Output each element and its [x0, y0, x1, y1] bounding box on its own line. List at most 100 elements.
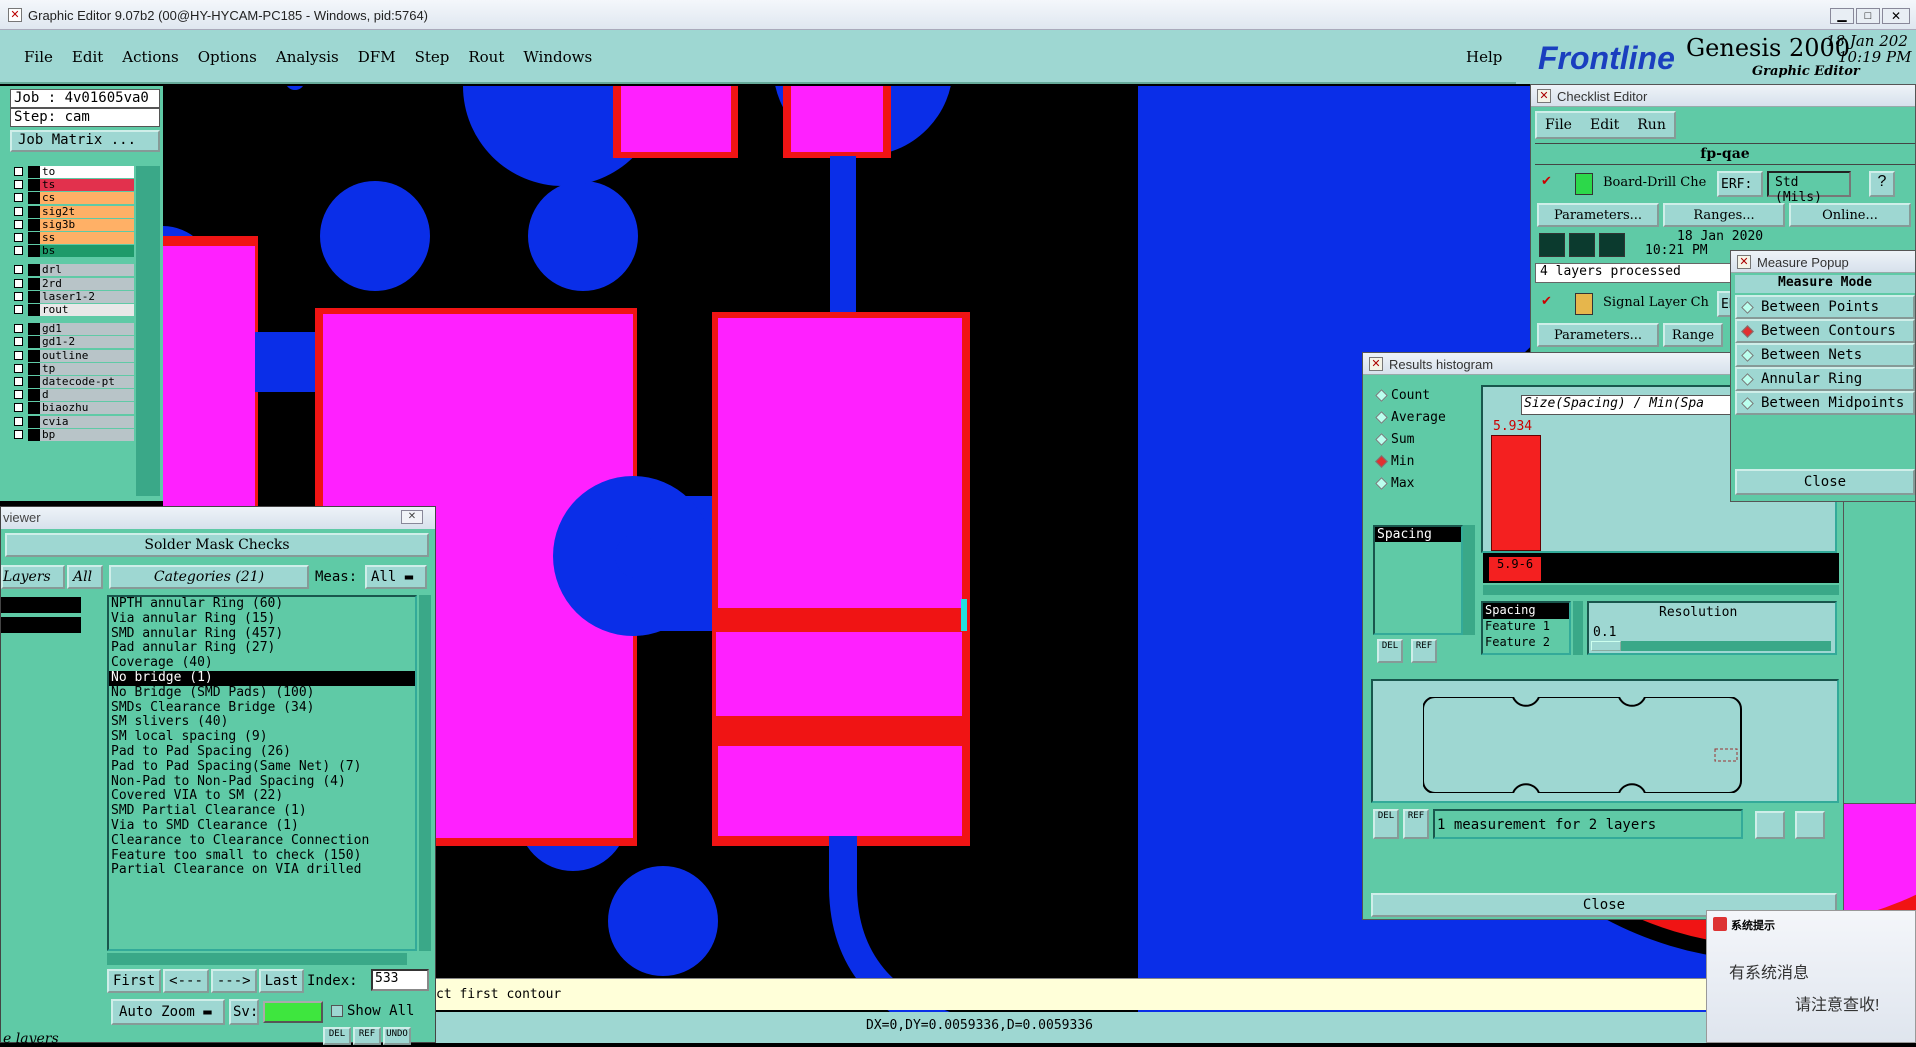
- category-item[interactable]: Non-Pad to Non-Pad Spacing (4): [109, 775, 415, 790]
- nav-button[interactable]: First: [107, 969, 162, 993]
- category-item[interactable]: Via to SMD Clearance (1): [109, 819, 415, 834]
- layer-row[interactable]: to: [12, 166, 134, 178]
- category-item[interactable]: No Bridge (SMD Pads) (100): [109, 686, 415, 701]
- histogram-list-scroll[interactable]: [1463, 525, 1475, 635]
- menu-file[interactable]: File: [24, 48, 53, 66]
- show-all-checkbox[interactable]: [331, 1005, 343, 1017]
- menu-options[interactable]: Options: [198, 48, 257, 66]
- layer-row[interactable]: gd1-2: [12, 336, 134, 349]
- layer-affected-box[interactable]: [28, 389, 40, 402]
- category-item[interactable]: Coverage (40): [109, 656, 415, 671]
- layer-row[interactable]: rout: [12, 304, 134, 316]
- spacing-scroll[interactable]: [1573, 601, 1583, 655]
- layer-row[interactable]: cvia: [12, 415, 134, 428]
- parameters-button-2[interactable]: Parameters...: [1537, 323, 1659, 347]
- std-field[interactable]: Std (Mils): [1767, 171, 1851, 205]
- resolution-slider[interactable]: [1591, 641, 1831, 651]
- histogram-list[interactable]: Spacing: [1373, 525, 1463, 635]
- layer-affected-box[interactable]: [28, 336, 40, 349]
- category-item[interactable]: Feature too small to check (150): [109, 849, 415, 864]
- spacing-item[interactable]: Feature 2: [1483, 635, 1569, 651]
- layer-checkbox[interactable]: [14, 429, 23, 439]
- histogram-option[interactable]: Min: [1373, 451, 1477, 473]
- layer-affected-box[interactable]: [28, 376, 40, 388]
- layer-checkbox[interactable]: [14, 265, 23, 275]
- layer-affected-box[interactable]: [28, 179, 40, 192]
- ranges-button[interactable]: Ranges...: [1663, 203, 1785, 227]
- layer-checkbox[interactable]: [14, 363, 23, 373]
- erf-button[interactable]: ERF:: [1717, 171, 1763, 197]
- layer-row[interactable]: outline: [12, 349, 134, 362]
- footer-button[interactable]: UNDO: [383, 1027, 411, 1045]
- checklist-menu-item[interactable]: File: [1545, 117, 1572, 133]
- maximize-button[interactable]: □: [1856, 8, 1880, 24]
- checklist-menu-item[interactable]: Edit: [1590, 117, 1619, 133]
- layer-checkbox[interactable]: [14, 206, 23, 216]
- spacing-item[interactable]: Spacing: [1483, 603, 1569, 619]
- layer-checkbox[interactable]: [14, 278, 23, 288]
- categories-scrollbar[interactable]: [419, 595, 431, 951]
- footer-button[interactable]: DEL: [323, 1027, 351, 1045]
- category-item[interactable]: Pad to Pad Spacing (26): [109, 745, 415, 760]
- histogram-bar[interactable]: [1491, 435, 1541, 551]
- layer-checkbox[interactable]: [14, 219, 23, 229]
- category-item[interactable]: Clearance to Clearance Connection: [109, 834, 415, 849]
- footer-button[interactable]: REF: [353, 1027, 381, 1045]
- meas-dropdown[interactable]: All ▬: [365, 565, 427, 589]
- menu-step[interactable]: Step: [415, 48, 450, 66]
- category-item[interactable]: SMDs Clearance Bridge (34): [109, 701, 415, 716]
- nav-button[interactable]: <---: [163, 969, 209, 993]
- layer-checkbox[interactable]: [14, 390, 23, 400]
- category-item[interactable]: SMD Partial Clearance (1): [109, 804, 415, 819]
- categories-hscrollbar[interactable]: [107, 953, 407, 965]
- measure-close-button[interactable]: Close: [1735, 469, 1915, 495]
- layer-affected-box[interactable]: [28, 428, 40, 441]
- index-input[interactable]: 533: [371, 969, 429, 991]
- layer-row[interactable]: d: [12, 389, 134, 402]
- menu-rout[interactable]: Rout: [468, 48, 504, 66]
- category-item[interactable]: Via annular Ring (15): [109, 612, 415, 627]
- category-item[interactable]: Covered VIA to SM (22): [109, 789, 415, 804]
- layer-checkbox[interactable]: [14, 416, 23, 426]
- layer-row[interactable]: ts: [12, 179, 134, 192]
- histogram-list-item[interactable]: Spacing: [1375, 527, 1461, 542]
- menu-analysis[interactable]: Analysis: [276, 48, 339, 66]
- nav-button[interactable]: Last: [258, 969, 305, 993]
- zoom-area-icon[interactable]: [1795, 811, 1825, 839]
- layer-row[interactable]: [1, 597, 81, 613]
- sv-color-dropdown[interactable]: [263, 1001, 323, 1023]
- nav-button[interactable]: --->: [210, 969, 257, 993]
- measure-option[interactable]: Between Points: [1735, 295, 1915, 319]
- run-icon[interactable]: [1539, 233, 1565, 257]
- layer-scrollbar[interactable]: [136, 166, 160, 496]
- layer-checkbox[interactable]: [14, 291, 23, 301]
- layers-all-button[interactable]: All: [67, 565, 103, 589]
- layer-checkbox[interactable]: [14, 337, 23, 347]
- layer-affected-box[interactable]: [28, 192, 40, 205]
- category-item[interactable]: SMD annular Ring (457): [109, 627, 415, 642]
- histogram-option[interactable]: Sum: [1373, 429, 1477, 451]
- layer-row[interactable]: bp: [12, 428, 134, 441]
- layer-row[interactable]: laser1-2: [12, 290, 134, 303]
- checklist-menu-item[interactable]: Run: [1637, 117, 1666, 133]
- layer-affected-box[interactable]: [28, 402, 40, 415]
- del-button[interactable]: DEL: [1377, 639, 1403, 663]
- layer-affected-box[interactable]: [28, 232, 40, 244]
- category-item[interactable]: Pad to Pad Spacing(Same Net) (7): [109, 760, 415, 775]
- category-item[interactable]: NPTH annular Ring (60): [109, 597, 415, 612]
- histogram-option[interactable]: Max: [1373, 473, 1477, 495]
- layer-affected-box[interactable]: [28, 166, 40, 178]
- layer-row[interactable]: sig2t: [12, 205, 134, 218]
- menu-windows[interactable]: Windows: [523, 48, 592, 66]
- layer-checkbox[interactable]: [14, 180, 23, 190]
- layer-checkbox[interactable]: [14, 193, 23, 203]
- parameters-button[interactable]: Parameters...: [1537, 203, 1659, 227]
- zoom-fit-icon[interactable]: [1755, 811, 1785, 839]
- histogram-option[interactable]: Average: [1373, 407, 1477, 429]
- system-notify[interactable]: 系统提示 有系统消息 请注意查收!: [1706, 910, 1916, 1043]
- layer-row[interactable]: gd1: [12, 323, 134, 336]
- layer-row[interactable]: [1, 617, 81, 633]
- measure-option[interactable]: Annular Ring: [1735, 367, 1915, 391]
- layer-row[interactable]: cs: [12, 192, 134, 205]
- layer-checkbox[interactable]: [14, 246, 23, 256]
